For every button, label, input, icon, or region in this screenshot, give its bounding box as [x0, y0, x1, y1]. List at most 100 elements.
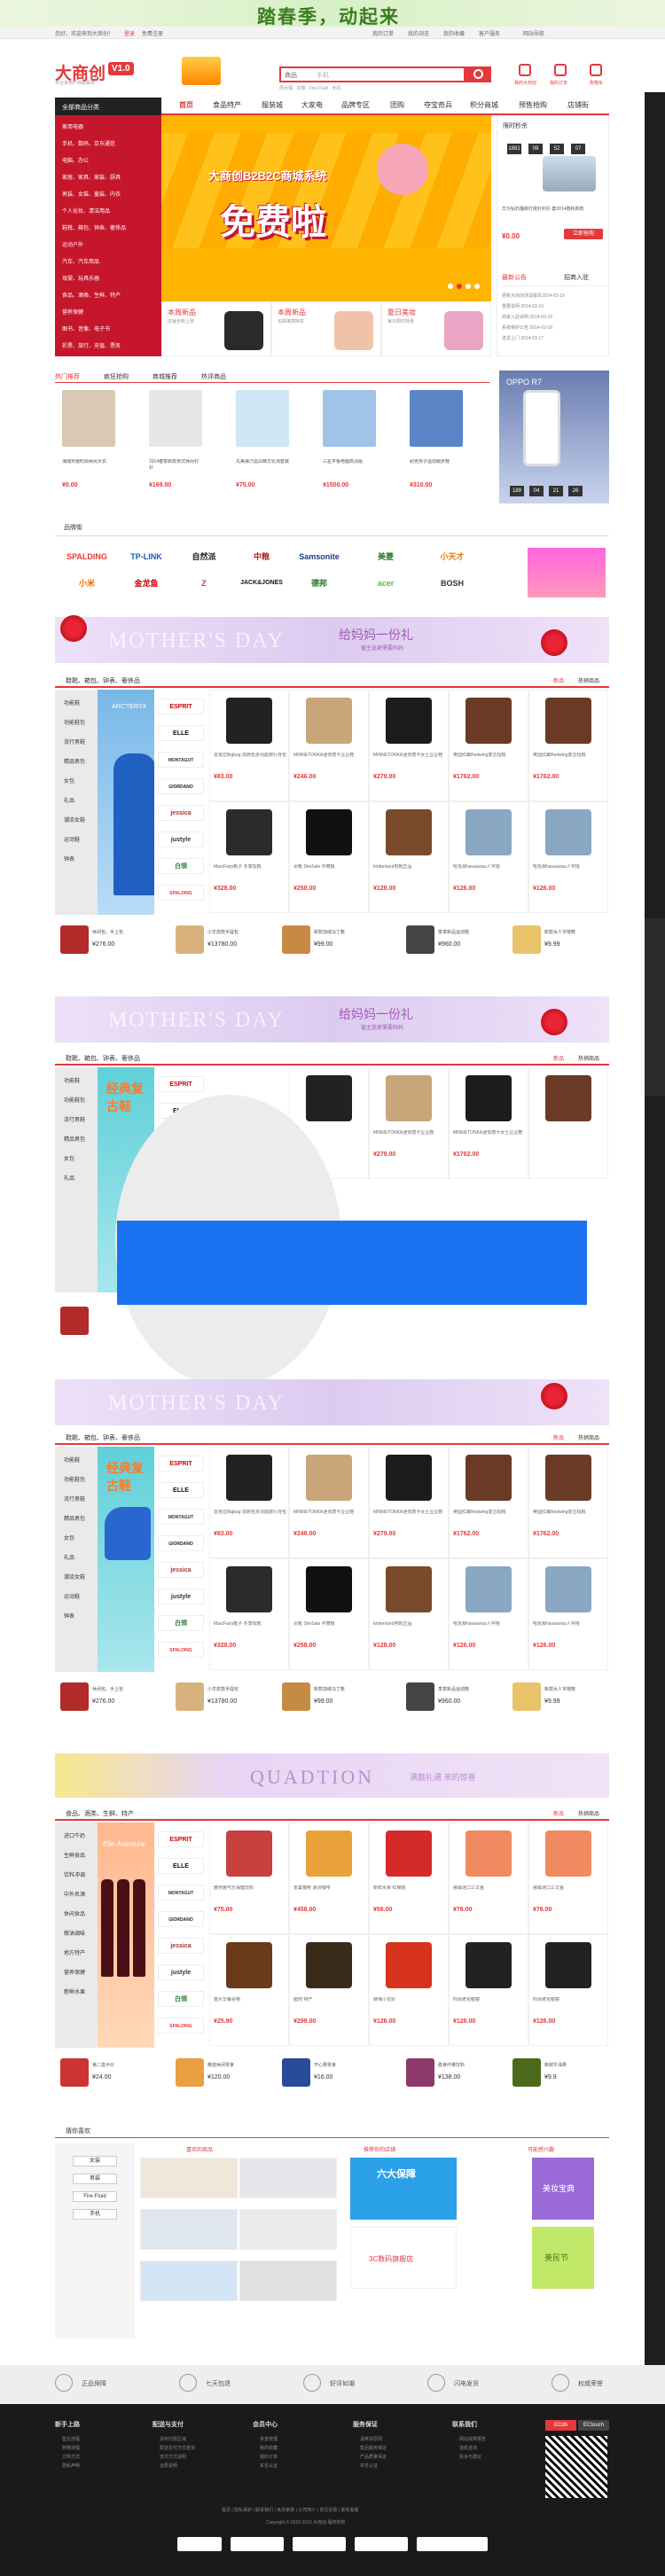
like-filter[interactable]: Fire·Fluid	[73, 2191, 117, 2202]
category-item[interactable]: 母婴、玩具乐器	[62, 274, 99, 282]
floor-brand[interactable]: ELLE	[158, 1858, 204, 1874]
news-item[interactable]: 送货上门 2014-03-17	[502, 335, 544, 341]
tab-hot[interactable]: 热门推荐	[55, 372, 80, 381]
promo-card[interactable]: 本周新品 包邮美丽换季	[271, 301, 381, 356]
news-item[interactable]: 更新大商创测试版本2014-03-19	[502, 293, 565, 299]
flash-product-image[interactable]	[543, 156, 596, 191]
floor-side-item[interactable]: 女包	[64, 777, 74, 785]
floor-brand[interactable]: justyle	[158, 1589, 204, 1604]
mobile-shop-icon[interactable]	[182, 57, 221, 85]
tab-recommend[interactable]: 商城推荐	[153, 372, 177, 381]
like-filter[interactable]: 女装	[73, 2156, 117, 2166]
floor-side-item[interactable]: 精品男包	[64, 757, 85, 765]
floor-side-item[interactable]: 女包	[64, 1154, 74, 1162]
brand-logo[interactable]: 中粮	[235, 548, 288, 566]
floor-product[interactable]: 雷克拉Bigbag 双肩包多功能旅行背包 ¥83.00	[209, 690, 289, 801]
bottom-product[interactable]: 新款女人字拖鞋 ¥9.99	[511, 922, 580, 959]
floor-brand[interactable]: ESPRIT	[158, 699, 204, 714]
footer-link[interactable]: 配送支付方式查询	[160, 2445, 195, 2451]
floor-product[interactable]	[528, 1067, 608, 1179]
floor-side-item[interactable]: 钟表	[64, 1612, 74, 1620]
category-item[interactable]: 运动户外	[62, 240, 83, 248]
brand-logo[interactable]: 美菱	[359, 548, 412, 566]
trust-badge[interactable]	[355, 2537, 408, 2551]
brand-logo[interactable]: 小天才	[426, 548, 479, 566]
cart-icon[interactable]	[590, 64, 602, 76]
shop-ad[interactable]: 美民节	[532, 2227, 594, 2289]
footer-links[interactable]: 首页 | 隐私保护 | 联系我们 | 免责条款 | 公司简介 | 意见反馈 | …	[222, 2507, 358, 2513]
category-item[interactable]: 图书、音像、电子书	[62, 324, 110, 332]
floor-product[interactable]: 哈瓦那havaianas人字拖 ¥126.00	[449, 801, 528, 913]
brand-logo[interactable]: SPALDING	[60, 548, 113, 566]
bottom-product[interactable]: 小羊皮款手提包 ¥13780.00	[174, 922, 243, 959]
floor-brand[interactable]: ESPRIT	[158, 1831, 204, 1847]
floor-product[interactable]: timberland男靴正品 ¥128.00	[369, 801, 449, 913]
my-orders-label[interactable]: 我的订单	[550, 80, 567, 86]
topbar-history[interactable]: 我的浏览	[408, 29, 429, 37]
hot-product[interactable]: 耐克男子运动跑步鞋 ¥310.00	[408, 390, 465, 503]
floor-tab[interactable]: 新品	[553, 1433, 564, 1441]
qr-tab[interactable]: ECdb	[545, 2420, 576, 2431]
floor-side-item[interactable]: 流行男鞋	[64, 1495, 85, 1503]
floor-side-item[interactable]: 休闲食品	[64, 1909, 85, 1917]
nav-item[interactable]: 团购	[390, 100, 404, 110]
floor-brand[interactable]: GIORDANO	[158, 1535, 204, 1551]
floor-side-item[interactable]: 礼品	[64, 796, 74, 804]
floor-product[interactable]: MarcFairy靴子 冬季短靴 ¥328.00	[209, 1558, 289, 1670]
nav-item[interactable]: 夺宝奇兵	[424, 100, 452, 110]
floor-product[interactable]: 时尚老花眼镜 ¥126.00	[449, 1934, 528, 2046]
footer-link[interactable]: 产品质量保证	[360, 2454, 387, 2460]
footer-link[interactable]: 网站故障报告	[459, 2436, 486, 2442]
floor-brand[interactable]: ESPRIT	[158, 1076, 204, 1092]
floor-side-item[interactable]: 礼品	[64, 1553, 74, 1561]
floor-tab[interactable]: 新品	[553, 1054, 564, 1062]
bottom-product[interactable]: 开心果零食 ¥16.00	[280, 2055, 349, 2092]
floor-side-item[interactable]: 饮料冲调	[64, 1870, 85, 1878]
like-product[interactable]	[239, 2158, 337, 2198]
category-item[interactable]: 彩票、旅行、充值、票务	[62, 341, 121, 349]
floor-brand[interactable]: 白领	[158, 1615, 204, 1631]
floor-product[interactable]: MarcFairy靴子 冬季短靴 ¥328.00	[209, 801, 289, 913]
shop-ad[interactable]: 六大保障	[350, 2158, 457, 2220]
category-item[interactable]: 个人化妆、清洁用品	[62, 207, 110, 215]
floor-product[interactable]: 英国红翼Redwing复古短靴 ¥1762.00	[449, 1447, 528, 1558]
floor-product[interactable]: 女靴 SheSale 中筒靴 ¥258.00	[289, 801, 369, 913]
news-item[interactable]: 商家入驻说明 2014-03-18	[502, 314, 552, 320]
shop-ad[interactable]: 美妆宝典	[532, 2158, 594, 2220]
floor-brand[interactable]: ELLE	[158, 725, 204, 741]
like-product[interactable]	[239, 2209, 337, 2250]
floor-side-item[interactable]: 粮油调味	[64, 1929, 85, 1937]
category-item[interactable]: 电脑、办公	[62, 156, 89, 164]
flash-buy-button[interactable]: 立即抢购	[564, 229, 603, 239]
floor-side-item[interactable]: 功能鞋包	[64, 718, 85, 726]
floor-brand[interactable]: 白领	[158, 858, 204, 874]
floor-product[interactable]: MINNETONKA迷你唐卡女士豆豆鞋 ¥1762.00	[449, 1067, 528, 1179]
floor-side-item[interactable]: 精品男包	[64, 1514, 85, 1522]
category-item[interactable]: 手机、数码、京东通信	[62, 139, 115, 147]
like-product[interactable]	[140, 2260, 238, 2301]
floor-product[interactable]: 哈瓦那havaianas人字拖 ¥126.00	[528, 801, 608, 913]
footer-link[interactable]: 售后服务保证	[360, 2445, 387, 2451]
brand-logo[interactable]: 德邦	[293, 574, 346, 592]
user-icon[interactable]	[519, 64, 531, 76]
floor-product[interactable]: 哈瓦那havaianas人字拖 ¥126.00	[449, 1558, 528, 1670]
floor-side-item[interactable]: 功能鞋包	[64, 1475, 85, 1483]
banner-dot[interactable]	[474, 284, 480, 289]
floor-side-item[interactable]: 女包	[64, 1534, 74, 1542]
floor-product[interactable]: 腊肉 特产 ¥299.00	[289, 1934, 369, 2046]
floor-tab[interactable]: 热销商品	[578, 1054, 599, 1062]
brand-logo[interactable]: 金龙鱼	[120, 574, 173, 592]
trust-badge[interactable]	[231, 2537, 284, 2551]
nav-item[interactable]: 积分商城	[470, 100, 498, 110]
mothers-day-banner[interactable]: MOTHER'S DAY	[55, 1379, 609, 1425]
like-filter[interactable]: 手机	[73, 2209, 117, 2220]
floor-brand[interactable]: ELLE	[158, 1482, 204, 1498]
floor-product[interactable]: 麦片早餐谷物 ¥25.90	[209, 1934, 289, 2046]
cart-label[interactable]: 购物车	[590, 80, 603, 86]
brand-logo[interactable]: TP-LINK	[120, 548, 173, 566]
floor-side-item[interactable]: 钟表	[64, 855, 74, 863]
floor-tab[interactable]: 新品	[553, 676, 564, 684]
floor-product[interactable]: 哈瓦那havaianas人字拖 ¥126.00	[528, 1558, 608, 1670]
news-item[interactable]: 系统维护公告 2014-03-18	[502, 324, 552, 331]
side-dock[interactable]	[645, 918, 665, 1096]
